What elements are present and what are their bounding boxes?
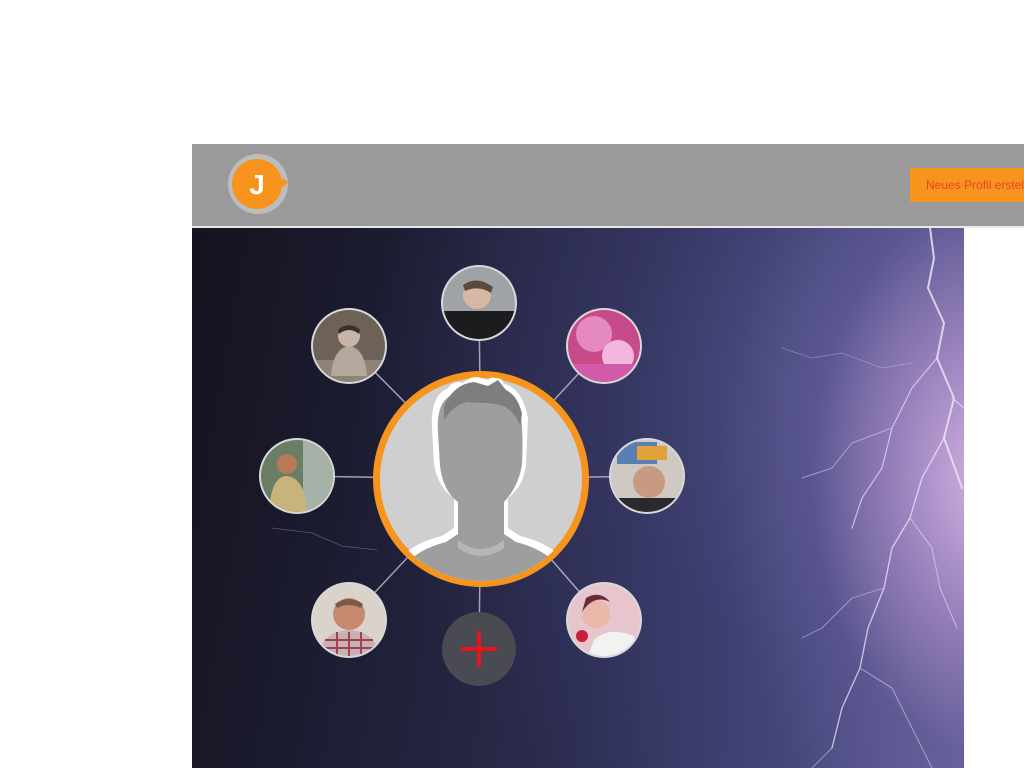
new-profile-button[interactable]: Neues Profil erstellen xyxy=(910,168,1024,202)
friend-avatar-1[interactable] xyxy=(441,265,517,341)
friend-avatar-4[interactable] xyxy=(259,438,335,514)
header-bar: J Neues Profil erstellen xyxy=(192,144,1024,228)
friend-avatar-2[interactable] xyxy=(311,308,387,384)
main-avatar[interactable] xyxy=(373,371,589,588)
friend-avatar-6[interactable] xyxy=(311,582,387,658)
app-window: J Neues Profil erstellen xyxy=(192,144,1024,768)
logo-letter: J xyxy=(249,169,265,200)
profile-network-stage xyxy=(192,228,964,768)
friend-network xyxy=(259,265,685,686)
friend-avatar-5[interactable] xyxy=(609,438,685,514)
add-friend-button[interactable] xyxy=(442,612,516,686)
friend-avatar-3[interactable] xyxy=(566,308,642,384)
logo[interactable]: J xyxy=(226,152,290,216)
friend-avatar-7[interactable] xyxy=(566,582,642,658)
